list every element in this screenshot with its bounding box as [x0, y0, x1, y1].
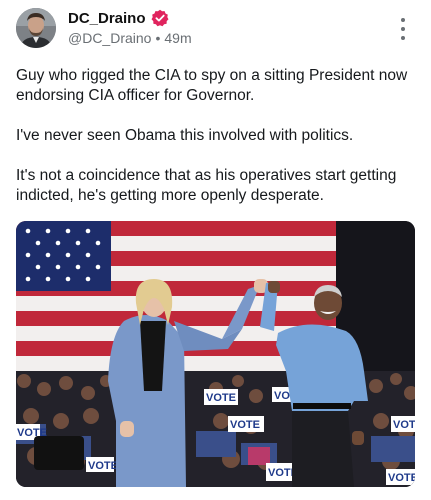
author-display-name[interactable]: DC_Draino: [68, 10, 146, 27]
post-text: Guy who rigged the CIA to spy on a sitti…: [16, 66, 411, 226]
rally-photo: VOTE VOTE VOTE VOTE VOTE VOTE VOTE VOTE: [16, 221, 415, 487]
vote-sign-label: VOTE: [393, 419, 415, 431]
post-paragraph: It's not a coincidence that as his opera…: [16, 167, 397, 204]
author-avatar[interactable]: [16, 8, 56, 48]
post-time[interactable]: 49m: [164, 30, 191, 46]
avatar-photo: [16, 8, 56, 48]
vote-sign-label: VOTE: [388, 472, 415, 484]
vote-sign-label: VOTE: [230, 419, 260, 431]
vote-sign-label: VOTE: [206, 392, 236, 404]
verified-badge-icon: [151, 9, 169, 27]
post-card: DC_Draino @DC_Draino • 49m Guy who rigged …: [0, 0, 431, 500]
author-meta: @DC_Draino • 49m: [68, 30, 192, 46]
vote-sign-label: VOTE: [88, 460, 118, 472]
post-image[interactable]: VOTE VOTE VOTE VOTE VOTE VOTE VOTE VOTE: [16, 221, 415, 487]
meta-separator: •: [155, 30, 161, 46]
chair: [34, 436, 84, 470]
author-handle[interactable]: @DC_Draino: [68, 30, 151, 46]
post-paragraph: Guy who rigged the CIA to spy on a sitti…: [16, 67, 408, 104]
post-paragraph: I've never seen Obama this involved with…: [16, 127, 354, 144]
author-name-row: DC_Draino: [68, 9, 169, 27]
more-vertical-icon[interactable]: [394, 18, 412, 40]
